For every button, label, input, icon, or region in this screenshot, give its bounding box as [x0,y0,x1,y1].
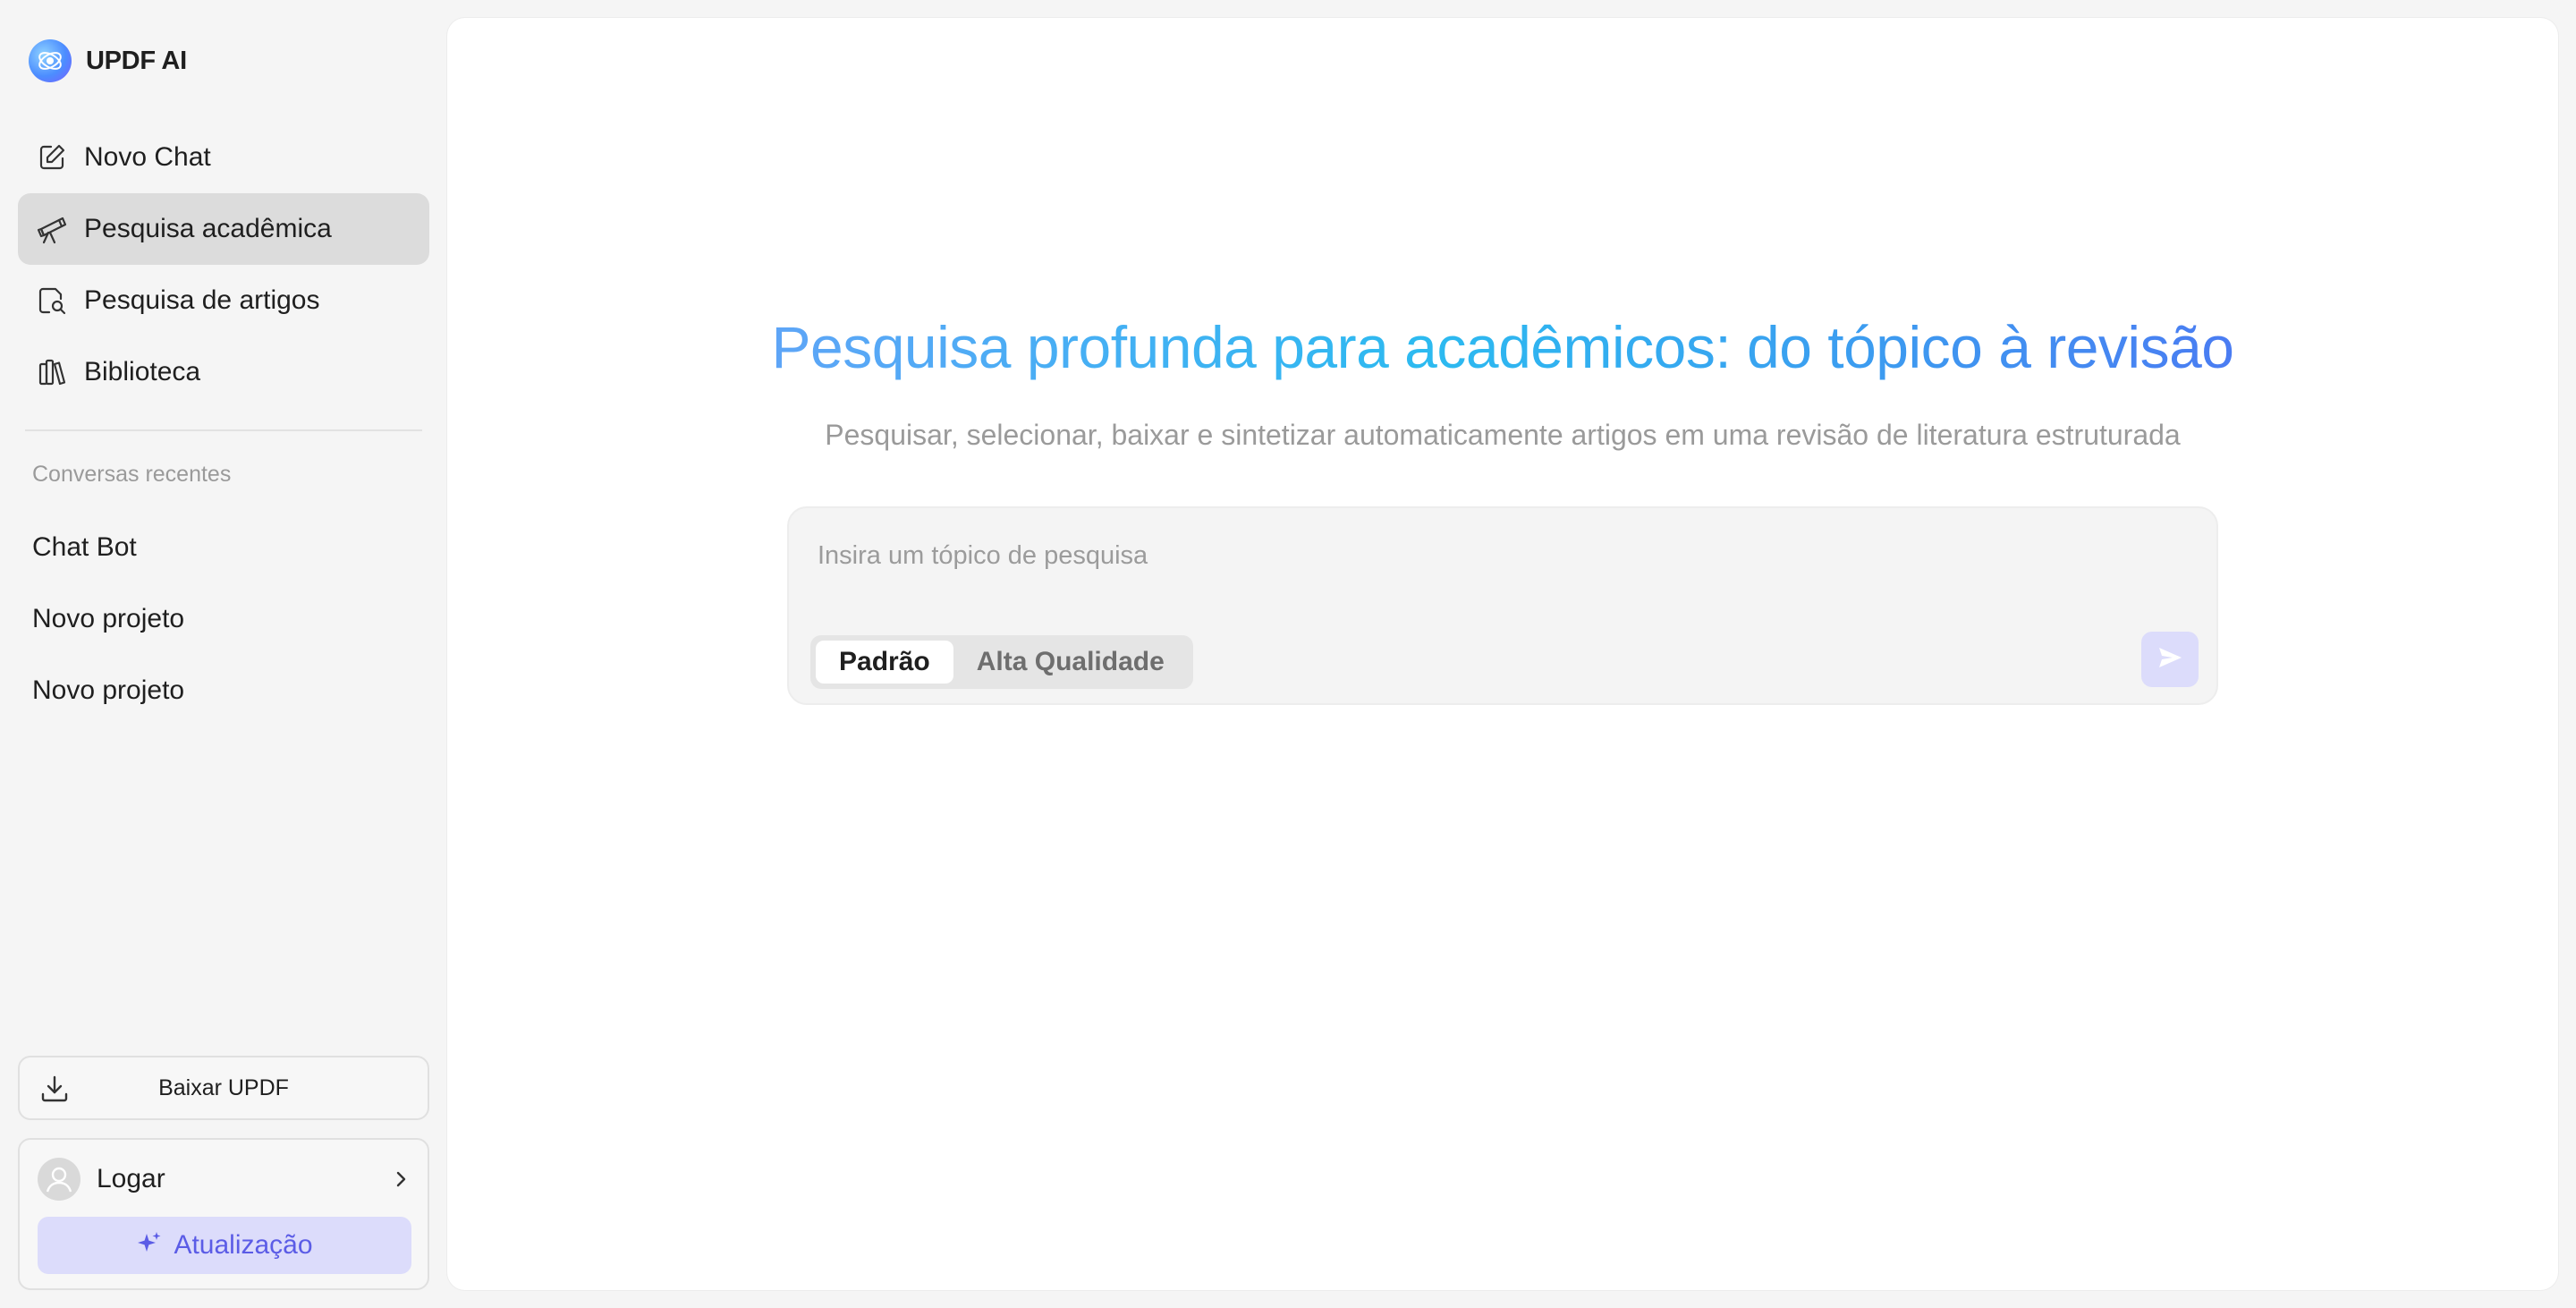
recent-conversation-item[interactable]: Novo projeto [18,655,429,726]
sidebar-item-pesquisa-de-artigos[interactable]: Pesquisa de artigos [18,265,429,336]
sidebar: UPDF AI Novo Chat Pesquisa acadêmica Pes… [0,0,447,1308]
page-title: Pesquisa profunda para acadêmicos: do tó… [447,313,2558,381]
document-search-icon [36,285,68,317]
sidebar-nav: Novo Chat Pesquisa acadêmica Pesquisa de… [18,122,429,408]
sidebar-item-label: Pesquisa de artigos [84,285,320,315]
sidebar-item-biblioteca[interactable]: Biblioteca [18,336,429,408]
page-subtitle: Pesquisar, selecionar, baixar e sintetiz… [825,419,2181,451]
sidebar-divider [25,429,422,431]
sidebar-item-label: Novo Chat [84,142,211,172]
research-topic-input[interactable] [816,528,2161,583]
login-button[interactable]: Logar [38,1156,413,1202]
page-title-text: Pesquisa profunda para acadêmicos: do tó… [771,314,2234,380]
telescope-icon [36,213,68,245]
avatar [38,1158,80,1201]
mode-option-alta-qualidade[interactable]: Alta Qualidade [953,641,1188,684]
sidebar-item-label: Biblioteca [84,357,201,386]
sidebar-item-novo-chat[interactable]: Novo Chat [18,122,429,193]
account-card: Logar Atualização [18,1138,429,1290]
send-icon [2157,644,2183,675]
upgrade-button[interactable]: Atualização [38,1217,411,1274]
sidebar-item-pesquisa-academica[interactable]: Pesquisa acadêmica [18,193,429,265]
chevron-right-icon [388,1167,413,1192]
mode-option-padrao[interactable]: Padrão [816,641,953,684]
download-updf-label: Baixar UPDF [158,1074,289,1100]
edit-icon [36,141,68,174]
recent-conversations-list: Chat Bot Novo projeto Novo projeto [18,512,429,726]
brand[interactable]: UPDF AI [29,39,187,82]
sparkle-icon [136,1230,163,1261]
main-panel: Pesquisa profunda para acadêmicos: do tó… [447,18,2558,1290]
updf-logo-icon [29,39,72,82]
recent-conversation-item[interactable]: Novo projeto [18,583,429,655]
recent-conversation-item[interactable]: Chat Bot [18,512,429,583]
recent-conversations-title: Conversas recentes [32,462,232,487]
send-button[interactable] [2141,632,2199,687]
login-label: Logar [97,1164,165,1193]
quality-mode-toggle: Padrão Alta Qualidade [810,635,1193,689]
upgrade-label: Atualização [174,1230,313,1260]
library-icon [36,356,68,388]
download-updf-button[interactable]: Baixar UPDF [18,1056,429,1120]
app-window: UPDF AI Novo Chat Pesquisa acadêmica Pes… [0,0,2576,1308]
brand-name: UPDF AI [86,46,187,75]
download-icon [38,1072,72,1106]
sidebar-item-label: Pesquisa acadêmica [84,214,332,243]
research-composer: Padrão Alta Qualidade [787,506,2218,705]
